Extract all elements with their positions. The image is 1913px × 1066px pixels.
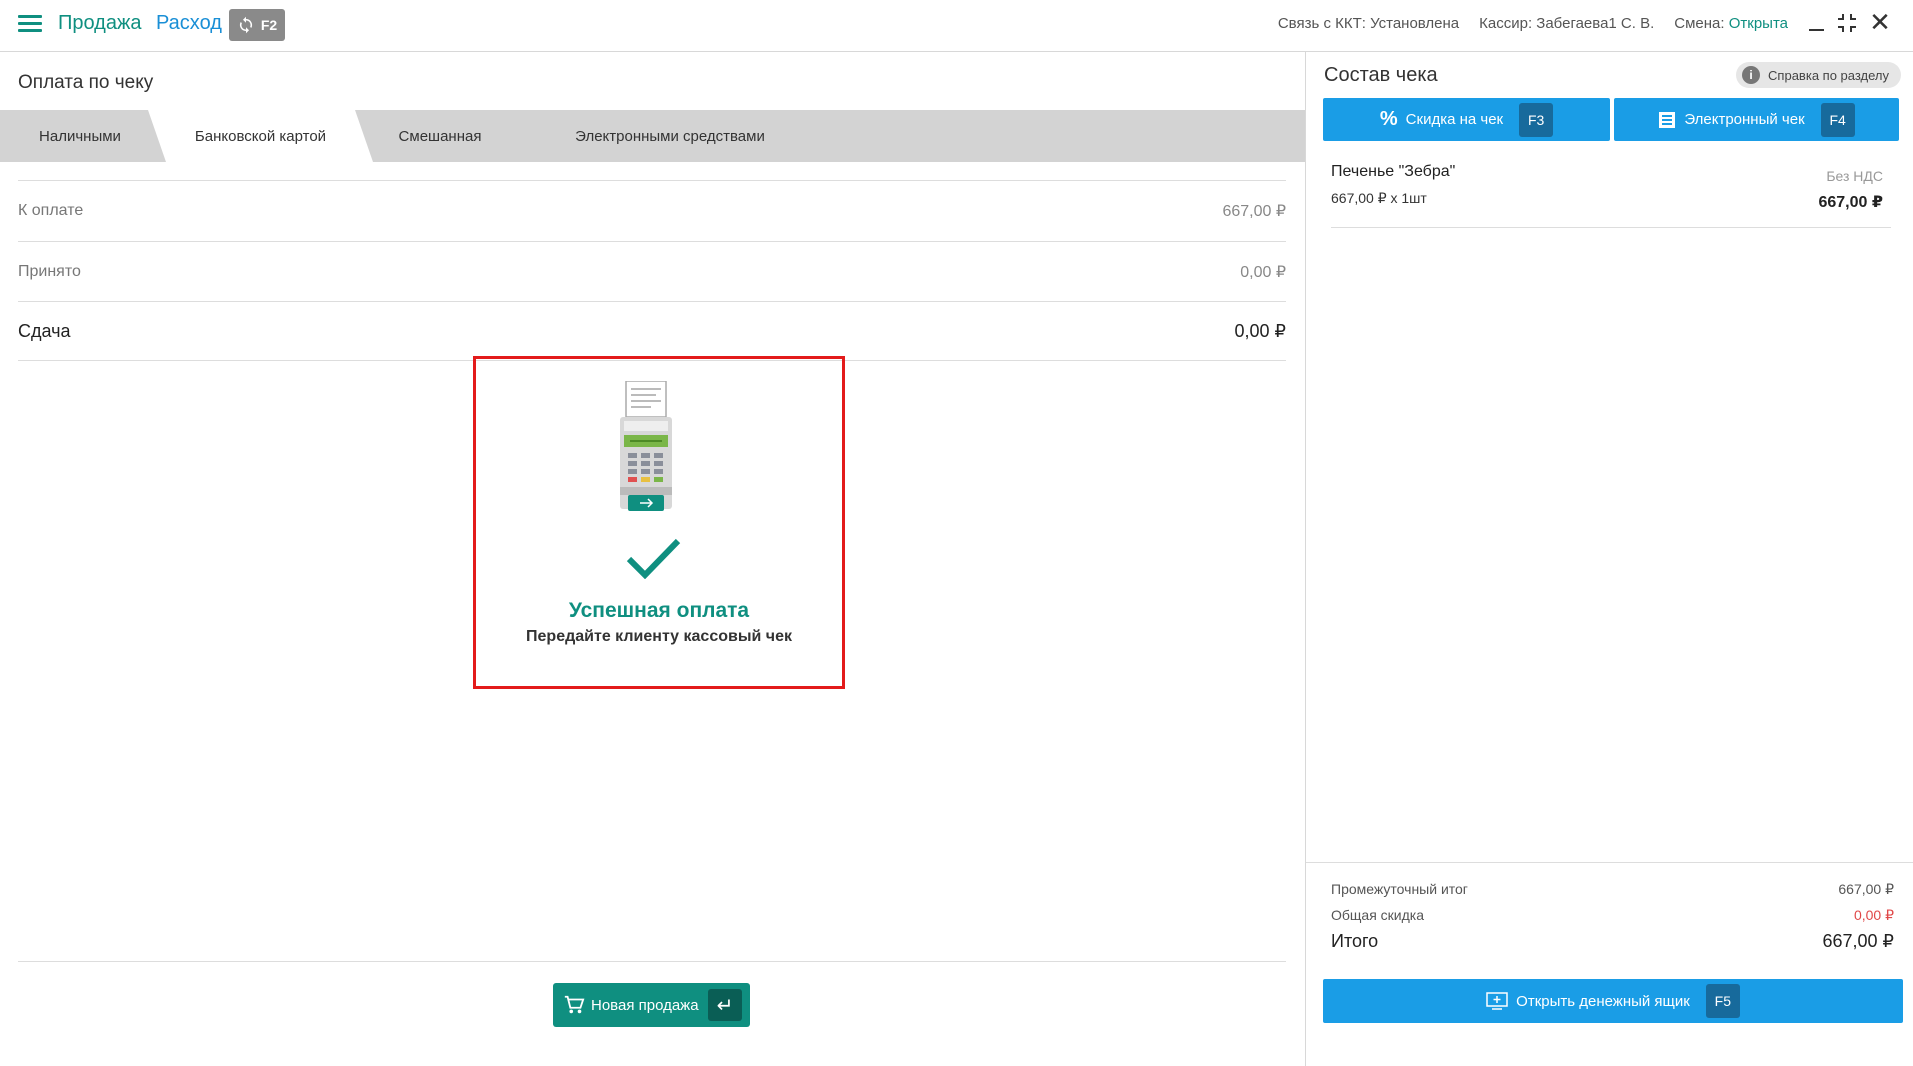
kkt-status: Связь с ККТ: Установлена xyxy=(1277,15,1460,32)
fullscreen-exit-icon[interactable] xyxy=(1836,12,1858,34)
receipt-icon xyxy=(1659,111,1676,128)
discount-label: Скидка на чек xyxy=(1405,111,1504,128)
enter-key-icon: ↵ xyxy=(708,989,742,1021)
accepted-row: Принято 0,00 ₽ xyxy=(18,241,1286,301)
ereceipt-key: F4 xyxy=(1820,102,1855,137)
total-discount-value: 0,00 ₽ xyxy=(1853,907,1894,923)
new-sale-label: Новая продажа xyxy=(591,996,699,1014)
receipt-title: Состав чека xyxy=(1324,64,1438,86)
discount-row: Общая скидка 0,00 ₽ xyxy=(1331,907,1894,924)
receipt-pane: Состав чека i Справка по разделу % Скидк… xyxy=(1305,52,1913,1066)
sync-icon xyxy=(239,16,252,34)
item-price-qty: 667,00 ₽ x 1шт xyxy=(1331,190,1427,206)
nav-sale[interactable]: Продажа xyxy=(58,12,141,35)
success-title: Успешная оплата xyxy=(568,599,750,622)
subtotal-label: Промежуточный итог xyxy=(1331,881,1468,897)
shift-label: Смена: xyxy=(1674,15,1725,32)
minimize-icon[interactable] xyxy=(1806,12,1828,34)
ereceipt-label: Электронный чек xyxy=(1684,111,1805,128)
change-value: 0,00 ₽ xyxy=(1234,320,1287,341)
top-bar: Продажа Расход F2 Связь с ККТ: Установле… xyxy=(0,0,1913,52)
receipt-totals: Промежуточный итог 667,00 ₽ Общая скидка… xyxy=(1306,862,1913,951)
total-discount-label: Общая скидка xyxy=(1331,907,1425,923)
item-name: Печенье "Зебра" xyxy=(1331,163,1456,180)
checkmark-icon xyxy=(626,538,681,579)
percent-icon: % xyxy=(1379,108,1398,130)
accepted-value: 0,00 ₽ xyxy=(1240,263,1286,281)
subtotal-row: Промежуточный итог 667,00 ₽ xyxy=(1331,881,1894,898)
drawer-key: F5 xyxy=(1705,984,1740,1018)
payment-tabs: Наличными Банковской картой Смешанная Эл… xyxy=(0,110,1305,162)
open-cash-drawer-button[interactable]: Открыть денежный ящик F5 xyxy=(1323,979,1903,1023)
receipt-item[interactable]: Печенье "Зебра" 667,00 ₽ x 1шт Без НДС 6… xyxy=(1331,160,1891,228)
amount-due-value: 667,00 ₽ xyxy=(1222,202,1286,220)
subtotal-value: 667,00 ₽ xyxy=(1838,881,1894,897)
status-area: Связь с ККТ: Установлена Кассир: Забегае… xyxy=(1278,15,1788,32)
nav-expense[interactable]: Расход xyxy=(156,12,222,35)
receipt-discount-button[interactable]: % Скидка на чек F3 xyxy=(1323,98,1610,141)
success-subtitle: Передайте клиенту кассовый чек xyxy=(526,628,792,645)
item-vat: Без НДС xyxy=(1826,168,1883,184)
help-button[interactable]: i Справка по разделу xyxy=(1736,62,1901,88)
tab-electronic[interactable]: Электронными средствами xyxy=(560,110,780,162)
payment-pane: Оплата по чеку Наличными Банковской карт… xyxy=(0,52,1305,1066)
sync-key: F2 xyxy=(260,17,278,33)
total-value: 667,00 ₽ xyxy=(1822,931,1894,951)
total-label: Итого xyxy=(1331,931,1379,951)
drawer-label: Открыть денежный ящик xyxy=(1516,992,1690,1010)
cash-drawer-icon xyxy=(1486,992,1508,1010)
cart-icon xyxy=(564,995,585,1014)
close-icon[interactable]: ✕ xyxy=(1869,9,1891,35)
cashier-name: Кассир: Забегаева1 С. В. xyxy=(1479,15,1655,32)
payment-success-panel: Успешная оплата Передайте клиенту кассов… xyxy=(473,356,845,689)
shift-status: Смена: Открыта xyxy=(1674,15,1788,32)
divider xyxy=(18,961,1286,962)
electronic-receipt-button[interactable]: Электронный чек F4 xyxy=(1614,98,1899,141)
change-label: Сдача xyxy=(18,320,71,341)
help-label: Справка по разделу xyxy=(1768,67,1889,83)
shift-value: Открыта xyxy=(1728,15,1788,32)
sync-button[interactable]: F2 xyxy=(229,9,285,41)
amount-due-row: К оплате 667,00 ₽ xyxy=(18,180,1286,240)
tab-mixed[interactable]: Смешанная xyxy=(370,110,510,162)
accepted-label: Принято xyxy=(18,262,81,280)
card-terminal-icon xyxy=(620,381,672,511)
discount-key: F3 xyxy=(1519,102,1554,137)
change-row: Сдача 0,00 ₽ xyxy=(18,301,1286,361)
total-row: Итого 667,00 ₽ xyxy=(1331,931,1894,952)
new-sale-button[interactable]: Новая продажа ↵ xyxy=(553,983,750,1027)
tab-bank-card[interactable]: Банковской картой xyxy=(148,110,373,162)
payment-title: Оплата по чеку xyxy=(18,72,154,93)
hamburger-menu-icon[interactable] xyxy=(18,15,42,35)
item-sum: 667,00 ₽ xyxy=(1818,194,1883,211)
amount-due-label: К оплате xyxy=(18,201,84,219)
tab-cash[interactable]: Наличными xyxy=(0,110,160,162)
info-icon: i xyxy=(1742,66,1761,84)
